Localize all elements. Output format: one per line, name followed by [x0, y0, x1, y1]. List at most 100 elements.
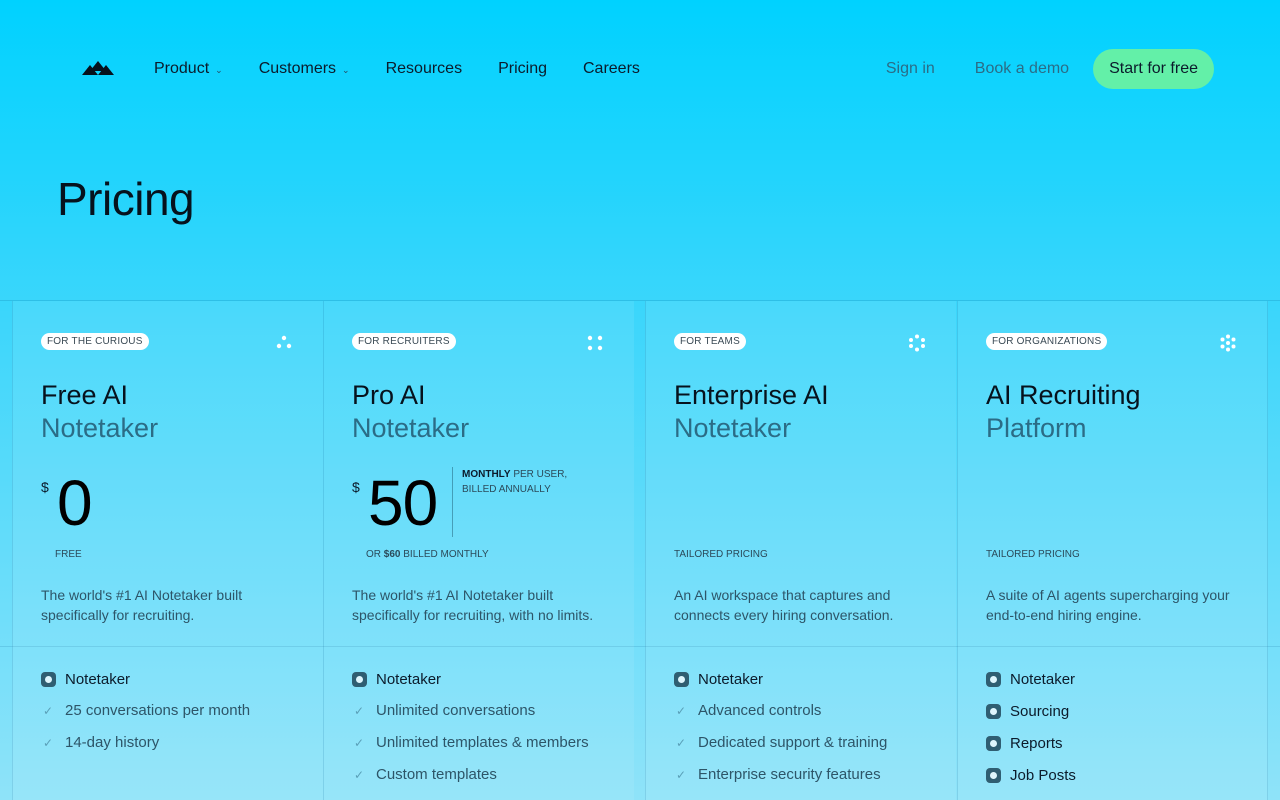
- module-sourcing: Sourcing: [986, 699, 1256, 723]
- mountain-logo-icon[interactable]: [80, 57, 116, 81]
- check-icon: ✓: [676, 704, 687, 718]
- feature-group-label: Notetaker: [65, 670, 131, 688]
- check-icon: ✓: [354, 768, 365, 782]
- plan-subtitle: Notetaker: [674, 413, 792, 443]
- top-nav: Product ⌄ Customers ⌄ Resources Pricing …: [0, 49, 1280, 89]
- module-notetaker: Notetaker: [986, 667, 1256, 691]
- list-item: ✓ Custom templates: [352, 763, 622, 787]
- check-icon: ✓: [354, 736, 365, 750]
- feature-label: Advanced controls: [698, 702, 822, 719]
- chevron-down-icon: ⌄: [342, 64, 350, 75]
- book-demo-link[interactable]: Book a demo: [975, 60, 1069, 78]
- nav-links: Product ⌄ Customers ⌄ Resources Pricing …: [154, 49, 640, 89]
- feature-list: Notetaker ✓ 25 conversations per month ✓…: [41, 667, 311, 755]
- nav-careers[interactable]: Careers: [583, 60, 640, 78]
- price-caption: or $60 billed monthly: [366, 549, 489, 560]
- nav-pricing[interactable]: Pricing: [498, 60, 547, 78]
- feature-list: Notetaker ✓ Unlimited conversations ✓ Un…: [352, 667, 622, 787]
- caption-suffix: billed monthly: [403, 549, 489, 560]
- feature-label: Dedicated support & training: [698, 734, 888, 751]
- plan-badge: For the curious: [41, 333, 149, 350]
- nav-customers-label: Customers: [258, 60, 337, 77]
- caption-prefix: or: [366, 549, 381, 560]
- plan-title: Enterprise AI: [674, 380, 829, 410]
- job-posts-icon: [986, 767, 1001, 783]
- notetaker-icon: [352, 671, 367, 687]
- price-caption: Free: [55, 549, 82, 560]
- check-icon: ✓: [354, 704, 365, 718]
- nav-resources[interactable]: Resources: [386, 60, 462, 78]
- nav-product-label: Product: [154, 60, 210, 77]
- list-item: ✓ 14-day history: [41, 731, 311, 755]
- plan-card-enterprise: For teams Enterprise AI Notetaker Tailor…: [645, 301, 956, 800]
- feature-label: Enterprise security features: [698, 766, 881, 783]
- reports-icon: [986, 735, 1001, 751]
- feature-list: Notetaker ✓ Advanced controls ✓ Dedicate…: [674, 667, 944, 787]
- price-note-bold: Monthly: [462, 469, 511, 480]
- list-item: ✓ Enterprise security features: [674, 763, 944, 787]
- price-amount: 0: [57, 467, 93, 539]
- plan-badge: For teams: [674, 333, 746, 350]
- dots-icon: [587, 335, 603, 351]
- feature-label: Custom templates: [376, 766, 497, 783]
- feature-group-notetaker: Notetaker: [41, 667, 311, 691]
- nav-actions: Sign in Book a demo Start for free: [886, 49, 1214, 89]
- module-label: Notetaker: [1010, 670, 1076, 688]
- nav-customers[interactable]: Customers ⌄: [259, 60, 350, 78]
- plan-name: AI Recruiting Platform: [986, 379, 1141, 445]
- caption-bold: $60: [383, 549, 401, 560]
- feature-group-label: Notetaker: [698, 670, 764, 688]
- plan-name: Enterprise AI Notetaker: [674, 379, 829, 445]
- list-item: ✓ Unlimited conversations: [352, 699, 622, 723]
- chevron-down-icon: ⌄: [215, 64, 223, 75]
- plan-badge: For organizations: [986, 333, 1108, 350]
- sourcing-icon: [986, 703, 1001, 719]
- page-title: Pricing: [57, 173, 195, 225]
- nav-resources-label: Resources: [385, 60, 463, 77]
- plan-description: The world's #1 AI Notetaker built specif…: [352, 587, 594, 623]
- plan-description: A suite of AI agents supercharging your …: [986, 587, 1230, 623]
- list-item: ✓ 25 conversations per month: [41, 699, 311, 723]
- list-item: ✓ Unlimited templates & members: [352, 731, 622, 755]
- dots-icon: [276, 335, 292, 349]
- plan-description: The world's #1 AI Notetaker built specif…: [41, 587, 243, 623]
- list-item: ✓ Dedicated support & training: [674, 731, 944, 755]
- plan-subtitle: Notetaker: [41, 413, 159, 443]
- module-label: Job Posts: [1010, 766, 1076, 784]
- plan-subtitle: Platform: [986, 413, 1087, 443]
- plan-card-free: For the curious Free AI Notetaker $ 0 Fr…: [12, 301, 323, 800]
- plan-title: Free AI: [41, 380, 129, 410]
- module-reports: Reports: [986, 731, 1256, 755]
- price-caption: Tailored pricing: [674, 549, 768, 560]
- nav-pricing-label: Pricing: [498, 60, 547, 77]
- price-amount: 50: [368, 467, 438, 539]
- module-list: Notetaker Sourcing Reports Job Posts: [986, 667, 1256, 787]
- currency-symbol: $: [352, 479, 360, 495]
- start-for-free-button[interactable]: Start for free: [1093, 49, 1214, 89]
- list-item: ✓ Advanced controls: [674, 699, 944, 723]
- feature-group-label: Notetaker: [376, 670, 442, 688]
- dots-icon: [1220, 334, 1236, 352]
- plan-name: Free AI Notetaker: [41, 379, 158, 445]
- check-icon: ✓: [676, 736, 687, 750]
- nav-careers-label: Careers: [582, 60, 640, 77]
- sign-in-link[interactable]: Sign in: [886, 60, 935, 78]
- dots-icon: [909, 334, 925, 352]
- plan-name: Pro AI Notetaker: [352, 379, 469, 445]
- plan-description: An AI workspace that captures and connec…: [674, 587, 894, 623]
- price-caption: Tailored pricing: [986, 549, 1080, 560]
- nav-product[interactable]: Product ⌄: [154, 60, 223, 78]
- plan-title: Pro AI: [352, 380, 426, 410]
- plan-card-platform: For organizations AI Recruiting Platform…: [957, 301, 1268, 800]
- feature-label: 25 conversations per month: [65, 702, 251, 719]
- feature-group-notetaker: Notetaker: [674, 667, 944, 691]
- plan-badge: For recruiters: [352, 333, 456, 350]
- module-label: Reports: [1010, 734, 1063, 752]
- notetaker-icon: [986, 671, 1001, 687]
- feature-label: Unlimited templates & members: [376, 734, 589, 751]
- module-label: Sourcing: [1010, 702, 1070, 720]
- feature-label: Unlimited conversations: [376, 702, 536, 719]
- check-icon: ✓: [43, 736, 54, 750]
- notetaker-icon: [41, 671, 56, 687]
- check-icon: ✓: [676, 768, 687, 782]
